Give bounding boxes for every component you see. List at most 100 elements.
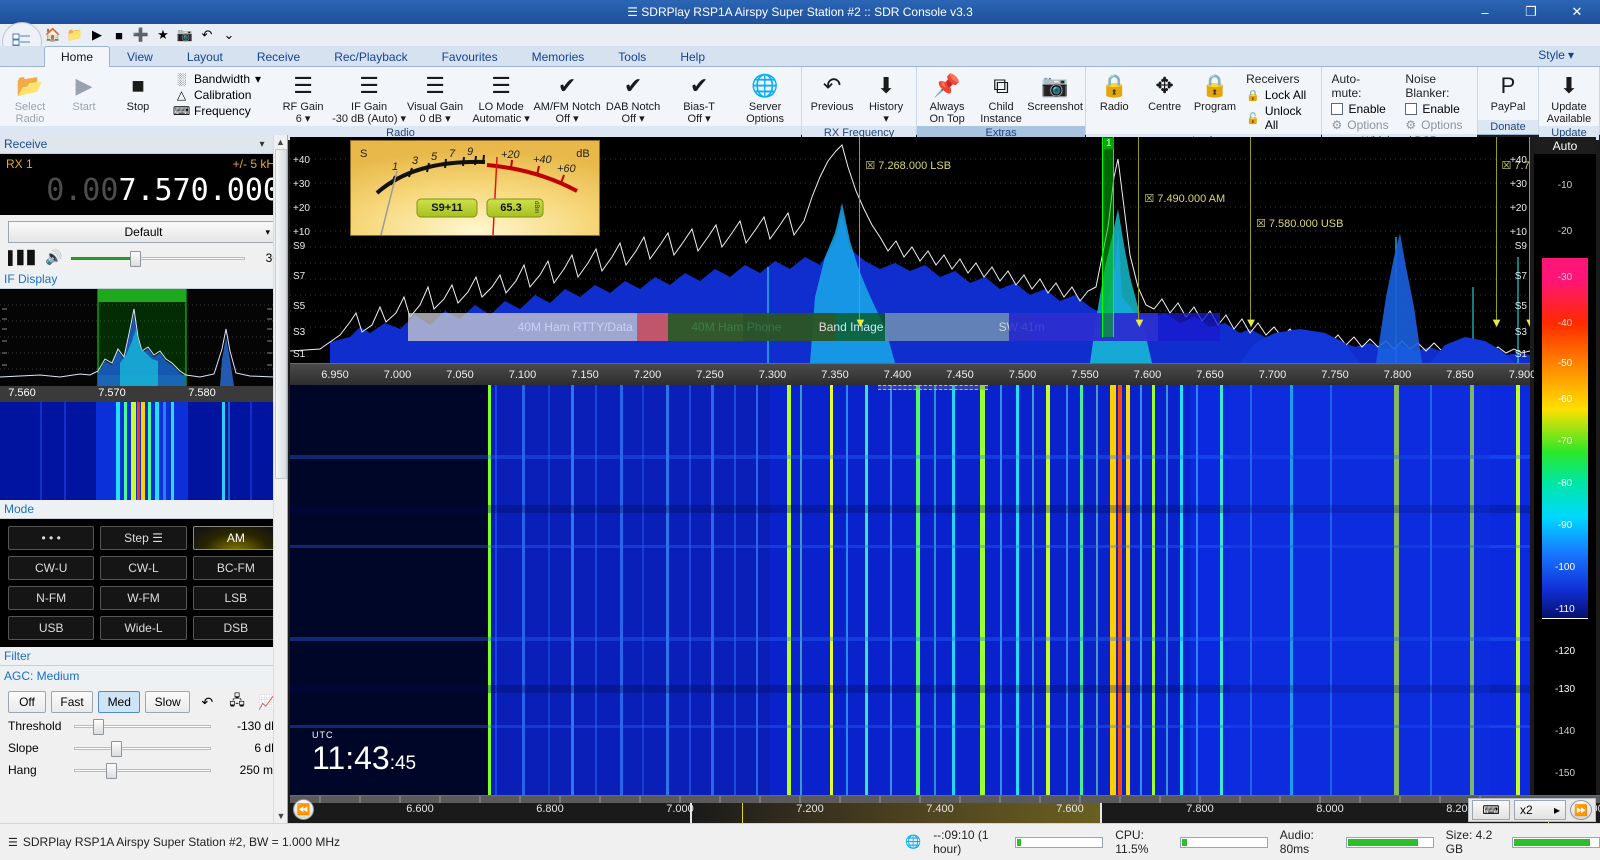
frequency-marker[interactable]: ☒7.268.000 LSB [859, 137, 860, 323]
dab-notch-dropdown[interactable]: ✔DAB NotchOff ▾ [600, 70, 666, 126]
amfm-notch-dropdown[interactable]: ✔AM/FM NotchOff ▾ [534, 70, 600, 126]
scroll-down-icon[interactable]: ▼ [274, 809, 288, 823]
server-options-button[interactable]: 🌐ServerOptions [732, 70, 798, 126]
tab-memories[interactable]: Memories [515, 46, 602, 67]
frequency-readout[interactable]: 0.007.570.000 [6, 171, 281, 211]
lock-centre-button[interactable]: ✥Centre [1139, 70, 1189, 114]
if-waterfall[interactable] [0, 402, 287, 500]
if-gain-dropdown[interactable]: ☰IF Gain-30 dB (Auto) ▾ [336, 70, 402, 126]
agc-preset-icon[interactable]: 🖧 [225, 691, 250, 713]
speaker-icon[interactable]: 🔊 [45, 249, 62, 266]
rf-gain-dropdown[interactable]: ☰RF Gain6 ▾ [270, 70, 336, 126]
lock-radio-button[interactable]: 🔒Radio [1089, 70, 1139, 114]
waterfall-display[interactable]: UTC 11:43:45 [290, 385, 1530, 795]
overview-scroll-right-button[interactable]: ⏩ [1570, 800, 1592, 820]
noise-blanker-enable-checkbox[interactable]: Enable [1405, 102, 1468, 116]
colourbar-auto-label[interactable]: Auto [1534, 137, 1596, 154]
style-menu[interactable]: Style ▾ [1538, 48, 1574, 62]
stop-button[interactable]: ■Stop [111, 70, 165, 114]
zoom-factor-dropdown[interactable]: x2 ▸ [1514, 800, 1566, 820]
minimize-button[interactable]: – [1462, 0, 1508, 24]
auto-mute-enable-checkbox[interactable]: Enable [1331, 102, 1388, 116]
previous-frequency-button[interactable]: ↶Previous [805, 70, 859, 114]
mode-button-usb[interactable]: USB [8, 616, 94, 640]
bandwidth-menu[interactable]: ░Bandwidth▾ [174, 72, 261, 86]
scrollbar-thumb[interactable] [275, 149, 287, 479]
agc-button-off[interactable]: Off [8, 691, 46, 713]
spectrum-frequency-axis[interactable]: 6.9507.0007.0507.1007.1507.2007.2507.300… [290, 363, 1530, 385]
waterfall-colour-bar[interactable]: Auto -10-20-30-40-50-60-70-80-90-100-110… [1534, 137, 1596, 795]
update-available-button[interactable]: ⬇UpdateAvailable [1542, 70, 1596, 126]
tab-receive[interactable]: Receive [240, 46, 317, 67]
mode-button-[interactable]: • • • [8, 526, 94, 550]
customize-chevron-icon[interactable]: ⌄ [220, 26, 238, 44]
tab-layout[interactable]: Layout [170, 46, 240, 67]
folder-icon[interactable]: 📁 [66, 26, 84, 44]
close-button[interactable]: ✕ [1554, 0, 1600, 24]
agc-slope-slider[interactable] [74, 741, 211, 755]
home-icon[interactable]: 🏠 [44, 26, 62, 44]
lock-all-button[interactable]: 🔒Lock All [1246, 88, 1312, 102]
play-icon[interactable]: ▶ [88, 26, 106, 44]
mode-button-dsb[interactable]: DSB [193, 616, 279, 640]
screenshot-button[interactable]: 📷Screenshot [1028, 70, 1082, 114]
lo-mode-dropdown[interactable]: ☰LO ModeAutomatic ▾ [468, 70, 534, 126]
tab-help[interactable]: Help [663, 46, 722, 67]
scroll-up-icon[interactable]: ▲ [274, 135, 287, 149]
profile-dropdown[interactable]: Default ▾ [8, 221, 279, 243]
mode-button-am[interactable]: AM [193, 526, 279, 550]
maximize-button[interactable]: ❐ [1508, 0, 1554, 24]
select-radio-button[interactable]: 📂SelectRadio [3, 70, 57, 126]
rx-frequency-block[interactable]: RX 1 +/- 5 kHz 0.007.570.000 [0, 154, 287, 215]
receive-panel-collapse-icon[interactable]: ▾ [255, 139, 269, 150]
tab-rec-playback[interactable]: Rec/Playback [317, 46, 424, 67]
tab-home[interactable]: Home [44, 46, 110, 67]
always-on-top-button[interactable]: 📌AlwaysOn Top [920, 70, 974, 126]
keyboard-icon[interactable]: ⌨ [1472, 800, 1510, 820]
camera-icon[interactable]: 📷 [176, 26, 194, 44]
colourbar-lower-limit-line[interactable] [1542, 618, 1588, 619]
frequency-marker[interactable]: ☒7.490.000 AM [1138, 137, 1139, 323]
stop-icon[interactable]: ■ [110, 26, 128, 44]
agc-button-fast[interactable]: Fast [51, 691, 93, 713]
overview-navigation-bar[interactable]: ⏪ 6.6006.8007.0007.2007.4007.6007.8008.0… [290, 795, 1600, 823]
mode-button-nfm[interactable]: N-FM [8, 586, 94, 610]
agc-threshold-slider[interactable] [74, 719, 211, 733]
frequency-menu[interactable]: ⌨Frequency [174, 104, 261, 118]
noise-blanker-options-button[interactable]: ⚙Options [1405, 118, 1468, 132]
agc-button-med[interactable]: Med [98, 691, 140, 713]
mode-button-cwl[interactable]: CW-L [100, 556, 186, 580]
calibration-menu[interactable]: △Calibration [174, 88, 261, 102]
mode-button-wfm[interactable]: W-FM [100, 586, 186, 610]
visual-gain-dropdown[interactable]: ☰Visual Gain0 dB ▾ [402, 70, 468, 126]
child-instance-button[interactable]: ⧉ChildInstance [974, 70, 1028, 126]
mode-button-step[interactable]: Step ☰ [100, 526, 186, 550]
mode-button-bcfm[interactable]: BC-FM [193, 556, 279, 580]
mode-button-cwu[interactable]: CW-U [8, 556, 94, 580]
volume-slider[interactable] [71, 251, 245, 265]
left-dock-scrollbar[interactable]: ▲ ▼ [273, 135, 287, 823]
start-button[interactable]: ▶Start [57, 70, 111, 114]
waterfall-drag-handle[interactable] [878, 385, 988, 390]
lock-program-button[interactable]: 🔒Program [1190, 70, 1240, 114]
agc-reset-icon[interactable]: ↶ [195, 691, 220, 713]
mode-button-lsb[interactable]: LSB [193, 586, 279, 610]
equalizer-icon[interactable]: ▌▋▊ [8, 250, 37, 266]
history-button[interactable]: ⬇History▾ [859, 70, 913, 126]
agc-button-slow[interactable]: Slow [145, 691, 190, 713]
auto-mute-options-button[interactable]: ⚙Options [1331, 118, 1388, 132]
if-display-spectrum[interactable] [0, 289, 287, 386]
agc-hang-slider[interactable] [74, 763, 211, 777]
tab-view[interactable]: View [110, 46, 170, 67]
vfo-indicator[interactable] [1102, 137, 1114, 337]
unlock-all-button[interactable]: 🔓Unlock All [1246, 104, 1312, 132]
paypal-button[interactable]: PPayPal [1481, 70, 1535, 114]
tab-tools[interactable]: Tools [601, 46, 663, 67]
bias-t-dropdown[interactable]: ✔Bias-TOff ▾ [666, 70, 732, 126]
frequency-marker[interactable]: ☒7.580.000 USB [1250, 137, 1251, 323]
tab-favourites[interactable]: Favourites [425, 46, 515, 67]
favourite-star-icon[interactable]: ★ [154, 26, 172, 44]
mode-button-widel[interactable]: Wide-L [100, 616, 186, 640]
add-icon[interactable]: ➕ [132, 26, 150, 44]
undo-icon[interactable]: ↶ [198, 26, 216, 44]
